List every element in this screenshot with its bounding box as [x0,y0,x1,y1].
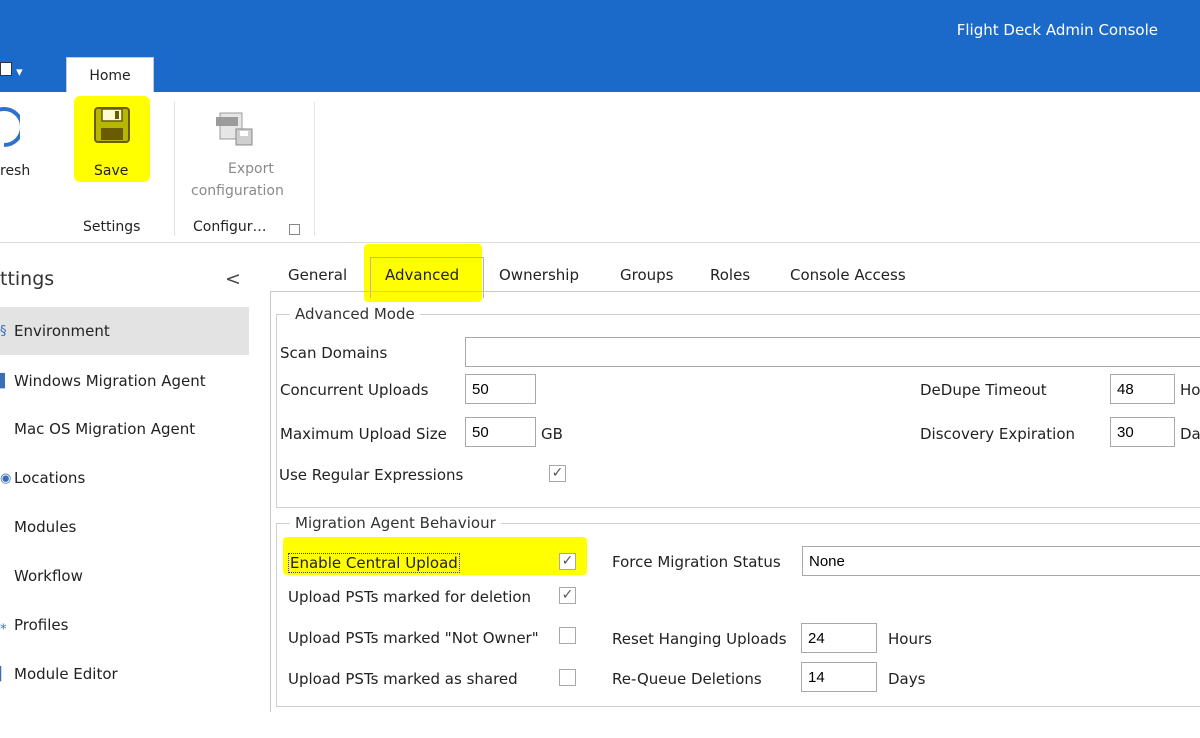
group-configuration-label: Configur… [193,219,267,235]
sidebar-item-profiles[interactable]: ⁎ Profiles [0,601,249,649]
force-migration-status-select[interactable] [802,546,1200,576]
title-bar [0,0,1200,92]
export-icon [216,112,253,146]
sidebar-title: ttings [0,268,55,290]
tab-groups[interactable]: Groups [620,266,673,284]
scan-domains-label: Scan Domains [280,344,388,362]
save-button[interactable]: Save [74,96,150,182]
max-upload-size-unit: GB [541,425,563,443]
sidebar-item-label: Locations [14,469,86,487]
upload-deletion-label: Upload PSTs marked for deletion [288,588,532,606]
tab-roles[interactable]: Roles [710,266,750,284]
sidebar-item-label: Workflow [14,567,83,585]
migration-behaviour-title: Migration Agent Behaviour [290,514,501,532]
app-title: Flight Deck Admin Console [956,21,1158,39]
sidebar-item-windows-migration-agent[interactable]: ▌ Windows Migration Agent [0,357,249,405]
scan-domains-input[interactable] [465,337,1200,367]
chevron-down-icon: ▾ [16,65,23,80]
dedupe-timeout-input[interactable] [1110,374,1175,404]
environment-icon: § [0,323,7,339]
windows-icon: ▌ [0,373,10,389]
requeue-deletions-input[interactable] [801,662,877,692]
refresh-label: resh [0,163,31,179]
sidebar-item-label: Mac OS Migration Agent [14,420,196,438]
reset-hanging-uploads-unit: Hours [888,630,932,648]
ribbon-separator [174,102,175,236]
sidebar-item-label: Module Editor [14,665,118,683]
sidebar-item-label: Profiles [14,616,69,634]
chevron-left-icon: < [225,268,241,290]
tab-console-access[interactable]: Console Access [790,266,906,284]
upload-not-owner-label: Upload PSTs marked "Not Owner" [288,629,539,647]
use-regex-label: Use Regular Expressions [279,466,464,484]
tab-general[interactable]: General [288,266,347,284]
tab-home[interactable]: Home [66,57,154,94]
force-migration-status-label: Force Migration Status [612,553,781,571]
sidebar-item-mac-os-migration-agent[interactable]: Mac OS Migration Agent [0,405,249,453]
concurrent-uploads-input[interactable] [465,374,536,404]
export-label-line1: Export [228,161,274,177]
sidebar-item-module-editor[interactable]: ▏ Module Editor [0,650,249,698]
sidebar-item-modules[interactable]: Modules [0,503,249,551]
save-label: Save [94,163,129,179]
editor-icon: ▏ [0,666,10,682]
upload-shared-checkbox[interactable] [559,669,576,686]
export-configuration-button[interactable]: Export configuration [186,103,304,203]
save-icon [94,107,130,143]
dedupe-timeout-label: DeDupe Timeout [920,381,1047,399]
sidebar-item-environment[interactable]: § Environment [0,307,249,355]
discovery-expiration-label: Discovery Expiration [920,425,1076,443]
concurrent-uploads-label: Concurrent Uploads [280,381,429,399]
reset-hanging-uploads-label: Reset Hanging Uploads [612,630,787,648]
sidebar-item-workflow[interactable]: Workflow [0,552,249,600]
dedupe-timeout-unit: Ho [1180,381,1200,399]
location-icon: ◉ [0,470,12,486]
upload-shared-label: Upload PSTs marked as shared [288,670,518,688]
discovery-expiration-unit: Da [1180,425,1200,443]
advanced-mode-title: Advanced Mode [290,305,420,323]
requeue-deletions-label: Re-Queue Deletions [612,670,762,688]
max-upload-size-input[interactable] [465,417,536,447]
ribbon [0,92,1200,243]
refresh-button[interactable]: resh [0,103,45,183]
profiles-icon: ⁎ [0,617,7,633]
tab-ownership[interactable]: Ownership [499,266,579,284]
export-label-line2: configuration [191,183,284,199]
quick-access-menu[interactable]: ▾ [0,62,23,80]
reset-hanging-uploads-input[interactable] [801,623,877,653]
requeue-deletions-unit: Days [888,670,926,688]
checkmark-icon: ✓ [551,465,564,481]
sidebar-item-locations[interactable]: ◉ Locations [0,454,249,502]
enable-central-upload-checkbox[interactable]: ✓ [559,553,576,570]
dialog-launcher-icon[interactable] [289,224,300,235]
enable-central-upload-label: Enable Central Upload [288,553,460,573]
refresh-icon [0,107,20,147]
checkmark-icon: ✓ [561,587,574,603]
use-regex-checkbox[interactable]: ✓ [549,465,566,482]
group-settings-label: Settings [83,219,141,235]
checkmark-icon: ✓ [561,553,574,569]
sidebar-item-label: Environment [14,322,110,340]
upload-not-owner-checkbox[interactable] [559,627,576,644]
collapse-sidebar-button[interactable]: < [225,268,241,290]
upload-deletion-checkbox[interactable]: ✓ [559,587,576,604]
ribbon-separator [314,102,315,236]
max-upload-size-label: Maximum Upload Size [280,425,447,443]
menu-icon [0,62,12,76]
discovery-expiration-input[interactable] [1110,417,1175,447]
sidebar-item-label: Modules [14,518,77,536]
tab-advanced[interactable]: Advanced [385,266,459,284]
sidebar-item-label: Windows Migration Agent [14,372,206,390]
